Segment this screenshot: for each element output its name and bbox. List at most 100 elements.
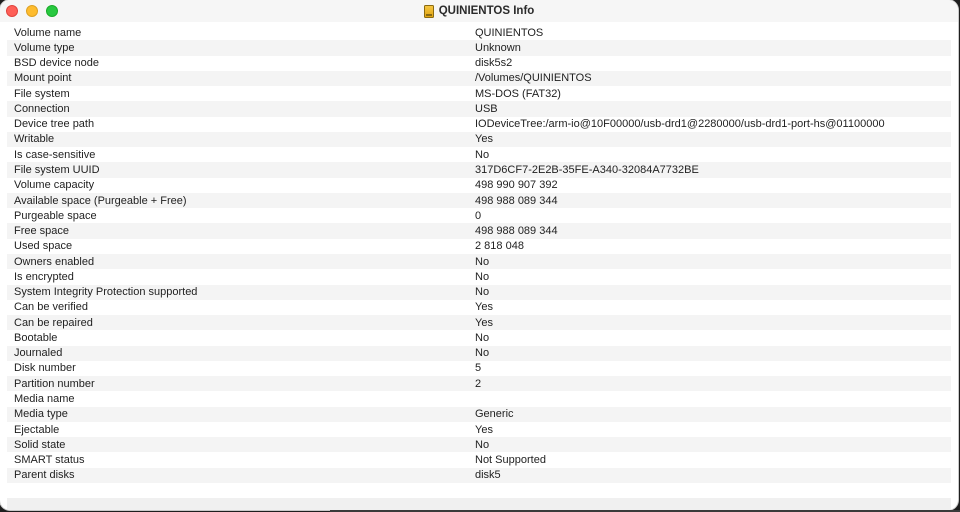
property-row: Volume capacity 498 990 907 392 bbox=[7, 178, 951, 193]
property-row: Disk number 5 bbox=[7, 361, 951, 376]
property-value: 317D6CF7-2E2B-35FE-A340-32084A7732BE bbox=[475, 164, 699, 177]
property-value: Yes bbox=[475, 423, 493, 436]
close-button[interactable] bbox=[6, 5, 18, 17]
property-key: Can be repaired bbox=[14, 316, 93, 329]
property-value: disk5 bbox=[475, 469, 501, 482]
property-key: Journaled bbox=[14, 347, 63, 360]
property-value: No bbox=[475, 347, 490, 360]
property-key: Purgeable space bbox=[14, 209, 97, 222]
property-value: 498 988 089 344 bbox=[475, 225, 558, 238]
title-bar[interactable]: QUINIENTOS Info bbox=[0, 0, 958, 22]
property-row: Writable Yes bbox=[7, 131, 951, 148]
property-value: No bbox=[475, 148, 490, 161]
property-value: IODeviceTree:/arm-io@10F00000/usb-drd1@2… bbox=[475, 118, 885, 131]
property-value: Generic bbox=[475, 408, 514, 421]
property-key: Bootable bbox=[14, 331, 58, 344]
property-row: Can be verified Yes bbox=[7, 300, 951, 315]
property-key: Is case-sensitive bbox=[14, 148, 96, 161]
property-value: 0 bbox=[475, 209, 482, 222]
property-row: SMART status Not Supported bbox=[7, 452, 951, 467]
property-row: Parent disks disk5 bbox=[7, 467, 951, 483]
window-title-text: QUINIENTOS Info bbox=[438, 5, 535, 17]
property-row: Journaled No bbox=[7, 345, 951, 361]
property-key: Disk number bbox=[14, 362, 76, 375]
property-value: 498 988 089 344 bbox=[475, 194, 558, 207]
external-disk-icon bbox=[423, 4, 434, 18]
minimize-button[interactable] bbox=[26, 5, 38, 17]
property-key: Parent disks bbox=[14, 469, 75, 482]
property-row: Volume name QUINIENTOS bbox=[7, 25, 951, 40]
property-value: USB bbox=[475, 102, 498, 115]
property-key: Volume name bbox=[14, 26, 82, 39]
property-row: Is case-sensitive No bbox=[7, 147, 951, 162]
property-row: Owners enabled No bbox=[7, 253, 951, 270]
property-row: Volume type Unknown bbox=[7, 40, 951, 56]
property-row: Available space (Purgeable + Free) 498 98… bbox=[7, 192, 951, 209]
property-key: Is encrypted bbox=[14, 270, 74, 283]
property-value: disk5s2 bbox=[475, 57, 513, 70]
footer-bar bbox=[7, 498, 951, 510]
property-value: Unknown bbox=[475, 41, 521, 54]
property-row: Free space 498 988 089 344 bbox=[7, 223, 951, 239]
property-row: Is encrypted No bbox=[7, 269, 951, 284]
property-key: Mount point bbox=[14, 72, 72, 85]
property-key: Can be verified bbox=[14, 301, 88, 314]
property-key: Solid state bbox=[14, 438, 66, 451]
property-value: Yes bbox=[475, 301, 493, 314]
property-key: SMART status bbox=[14, 454, 85, 467]
property-value: No bbox=[475, 438, 490, 451]
property-row: Media type Generic bbox=[7, 406, 951, 422]
property-key: Ejectable bbox=[14, 423, 60, 436]
property-value: /Volumes/QUINIENTOS bbox=[475, 72, 592, 85]
window-title: QUINIENTOS Info bbox=[423, 4, 535, 18]
property-key: Used space bbox=[14, 240, 73, 253]
property-key: Writable bbox=[14, 133, 55, 146]
property-row: Partition number 2 bbox=[7, 376, 951, 392]
property-key: Device tree path bbox=[14, 118, 95, 131]
property-row: Mount point/Volumes/QUINIENTOS bbox=[7, 70, 951, 87]
property-key: BSD device node bbox=[14, 57, 99, 70]
property-value: Not Supported bbox=[475, 454, 546, 467]
property-value: 5 bbox=[475, 362, 482, 375]
property-value: 2 bbox=[475, 377, 482, 390]
property-key: Volume capacity bbox=[14, 179, 95, 192]
property-key: Partition number bbox=[14, 377, 95, 390]
property-key: Media name bbox=[14, 393, 75, 405]
property-value: No bbox=[475, 331, 490, 344]
window-controls bbox=[6, 5, 58, 17]
property-row: Purgeable space 0 bbox=[7, 208, 951, 223]
property-row: Solid state No bbox=[7, 437, 951, 453]
property-value: QUINIENTOS bbox=[475, 26, 544, 39]
property-key: Available space (Purgeable + Free) bbox=[14, 194, 187, 207]
property-key: System Integrity Protection supported bbox=[14, 286, 198, 299]
property-key: File system UUID bbox=[14, 164, 100, 177]
property-row: Can be repaired Yes bbox=[7, 315, 951, 331]
property-row: Connection USB bbox=[7, 101, 951, 117]
property-row: System Integrity Protection supported No bbox=[7, 284, 951, 300]
properties-list: Volume name QUINIENTOS Volume type Unknown B… bbox=[7, 25, 951, 483]
property-key: Media type bbox=[14, 408, 68, 421]
property-key: Owners enabled bbox=[14, 255, 95, 268]
property-row: Device tree path IODeviceTree:/arm-io@10F… bbox=[7, 117, 951, 132]
property-value: MS-DOS (FAT32) bbox=[475, 87, 561, 100]
property-row: File system UUID 317D6CF7-2E2B-35FE-A340-… bbox=[7, 162, 951, 178]
property-row: File system MS-DOS (FAT32) bbox=[7, 86, 951, 101]
property-value: No bbox=[475, 255, 490, 268]
property-value: Yes bbox=[475, 133, 493, 146]
property-value: No bbox=[475, 286, 490, 299]
property-key: Free space bbox=[14, 225, 70, 238]
property-row: BSD device node disk5s2 bbox=[7, 56, 951, 71]
property-key: Volume type bbox=[14, 41, 75, 54]
property-row: Media name bbox=[7, 391, 951, 406]
zoom-button[interactable] bbox=[46, 5, 58, 17]
info-window: QUINIENTOS Info Volume name QUINIENTOS Vol… bbox=[0, 0, 958, 510]
property-row: Bootable No bbox=[7, 330, 951, 345]
property-value: 498 990 907 392 bbox=[475, 179, 558, 192]
property-row: Used space 2 818 048 bbox=[7, 239, 951, 254]
property-row: Ejectable Yes bbox=[7, 422, 951, 437]
property-value: No bbox=[475, 270, 490, 283]
property-key: File system bbox=[14, 87, 70, 100]
property-value: Yes bbox=[475, 316, 493, 329]
property-value: 2 818 048 bbox=[475, 240, 524, 253]
property-key: Connection bbox=[14, 102, 70, 115]
